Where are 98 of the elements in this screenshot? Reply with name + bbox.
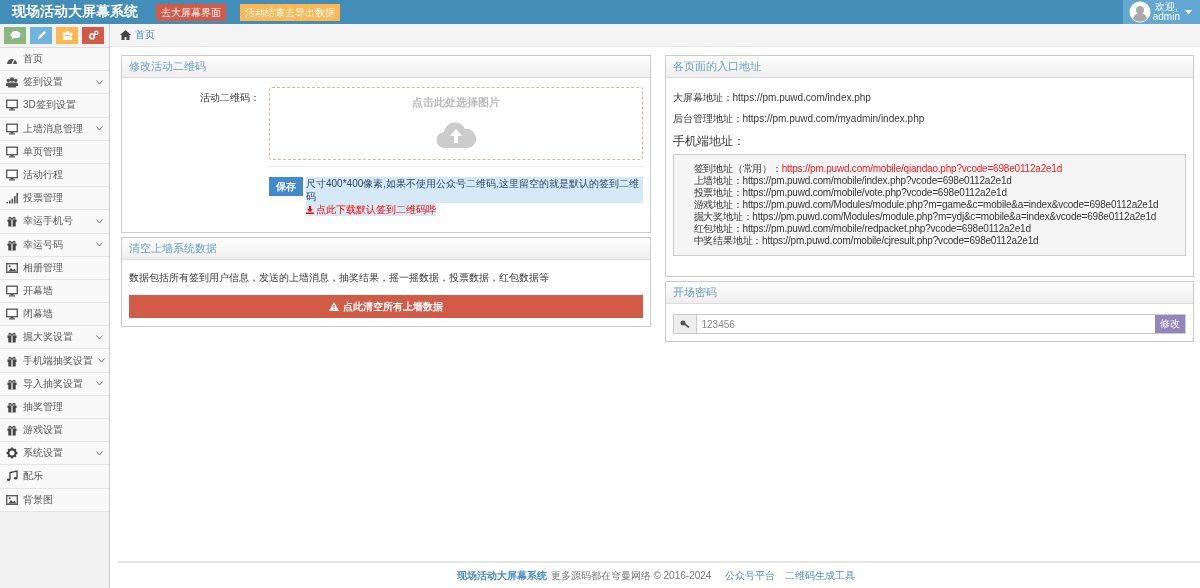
sidebar-item[interactable]: 上墙消息管理 xyxy=(0,117,109,141)
chevron-icon xyxy=(96,450,103,456)
sidebar-item[interactable]: 幸运号码 xyxy=(0,233,109,257)
address-url: https://pm.puwd.com/Modules/module.php?m=game&c=mobile&a=index&vcode=698e0112a2e1d xyxy=(742,199,1159,210)
sidebar-item[interactable]: 幸运手机号 xyxy=(0,210,109,234)
home-icon xyxy=(120,30,131,40)
username: admin xyxy=(1152,12,1180,22)
gift-icon xyxy=(6,354,18,367)
gear-icon xyxy=(6,447,18,460)
sidebar-item[interactable]: 开幕墙 xyxy=(0,279,109,304)
gift-icon xyxy=(6,377,18,390)
description-text: 数据包括所有签到用户信息，发送的上墙消息，抽奖结果，摇一摇数据，投票数据，红包数据等 xyxy=(129,271,550,285)
address-label: 游戏地址： xyxy=(693,199,743,210)
monitor-icon xyxy=(6,145,18,158)
address-text: 后台管理地址：https://pm.puwd.com/myadmin/index.php xyxy=(672,112,926,126)
music-note-icon xyxy=(6,470,18,483)
sidebar-item[interactable]: 单页管理 xyxy=(0,140,109,164)
sidebar-item[interactable]: 3D签到设置 xyxy=(0,94,109,118)
chevron-icon xyxy=(96,242,103,248)
sidebar-item[interactable]: 背景图 xyxy=(0,488,109,512)
panel-title: 清空上墙系统数据 xyxy=(129,241,217,256)
panel-title: 修改活动二维码 xyxy=(129,59,206,74)
address-label: 中奖结果地址： xyxy=(693,235,763,246)
sidebar-item[interactable]: 签到设置 xyxy=(0,71,109,95)
sidebar-item[interactable]: 手机端抽奖设置 xyxy=(0,349,109,373)
gift-icon xyxy=(6,238,18,251)
shortcut-button[interactable] xyxy=(82,27,104,44)
sidebar-item[interactable]: 掘大奖设置 xyxy=(0,326,109,350)
users-icon xyxy=(6,76,18,89)
gears-icon xyxy=(87,30,99,41)
cloud-upload-icon xyxy=(435,119,476,149)
image-icon xyxy=(6,493,18,506)
address-url: https://pm.puwd.com/mobile/redpacket.php?vcode=698e0112a2e1d xyxy=(742,223,1031,234)
sidebar-item[interactable]: 导入抽奖设置 xyxy=(0,372,109,396)
shortcut-button[interactable] xyxy=(30,27,52,44)
shortcut-button[interactable] xyxy=(56,27,78,44)
greeting-text: 欢迎, xyxy=(1155,2,1178,12)
panel-title: 开场密码 xyxy=(672,285,717,300)
address-label: 上墙地址： xyxy=(693,175,743,186)
monitor-icon xyxy=(6,284,18,297)
chevron-icon xyxy=(96,334,103,340)
address-label: 红包地址： xyxy=(693,223,743,234)
footer-brand: 现场活动大屏幕系统 xyxy=(456,568,547,583)
copyright-text: 更多源码都在穹曼网络 © 2016-2024 xyxy=(550,568,712,583)
sidebar-item[interactable]: 首页 xyxy=(0,48,109,72)
address-url: https://pm.puwd.com/mobile/cjresult.php?vcode=698e0112a2e1d xyxy=(762,235,1039,246)
save-button[interactable]: 保存 xyxy=(269,177,303,196)
gift-icon xyxy=(6,400,18,413)
help-text: 尺寸400*400像素,如果不使用公众号二维码,这里留空的就是默认的签到二维码 xyxy=(306,177,643,203)
app-title: 现场活动大屏幕系统 xyxy=(12,3,138,21)
address-url: https://pm.puwd.com/mobile/vote.php?vcode=698e0112a2e1d xyxy=(742,187,1007,198)
sidebar-item[interactable]: 系统设置 xyxy=(0,442,109,466)
sidebar-item[interactable]: 活动行程 xyxy=(0,163,109,188)
image-icon xyxy=(6,261,18,274)
monitor-icon xyxy=(6,99,18,112)
sidebar-item[interactable]: 抽奖管理 xyxy=(0,395,109,419)
chevron-icon xyxy=(96,218,103,224)
users-icon xyxy=(61,30,73,41)
header-button[interactable]: 去大屏幕界面 xyxy=(156,3,226,21)
chevron-icon xyxy=(96,79,103,85)
gift-icon xyxy=(6,215,18,228)
chevron-icon xyxy=(96,381,103,387)
caret-icon xyxy=(1185,9,1192,15)
dropzone-text: 点击此处选择图片 xyxy=(411,95,500,110)
monitor-icon xyxy=(6,122,18,135)
address-url: https://pm.puwd.com/mobile/index.php?vcode=698e0112a2e1d xyxy=(742,175,1012,186)
sidebar-item[interactable]: 游戏设置 xyxy=(0,419,109,443)
panel-title: 各页面的入口地址 xyxy=(672,59,761,74)
monitor-icon xyxy=(6,169,18,182)
footer-link[interactable]: 二维码生成工具 xyxy=(785,568,856,583)
signal-bars-icon xyxy=(6,192,18,205)
chevron-icon xyxy=(98,358,105,364)
sidebar-item[interactable]: 配乐 xyxy=(0,465,109,489)
sidebar-item[interactable]: 投票管理 xyxy=(0,187,109,211)
pencil-icon xyxy=(35,30,47,41)
address-label: 签到地址（常用）： xyxy=(693,163,782,174)
address-label: 掘大奖地址： xyxy=(693,211,753,222)
download-icon xyxy=(306,205,314,214)
comment-icon xyxy=(9,30,21,41)
clear-data-button[interactable]: 点此清空所有上墙数据 xyxy=(129,295,643,318)
password-field[interactable]: 123456 修改 xyxy=(672,314,1186,334)
chevron-icon xyxy=(96,126,103,132)
warning-icon xyxy=(328,302,339,311)
address-label: 投票地址： xyxy=(693,187,743,198)
address-text: 大屏幕地址：https://pm.puwd.com/index.php xyxy=(672,91,872,105)
gift-icon xyxy=(6,331,18,344)
section-heading: 手机端地址： xyxy=(672,133,746,150)
footer-link[interactable]: 公众号平台 xyxy=(725,568,776,583)
avatar-icon xyxy=(1128,1,1151,23)
key-icon xyxy=(679,320,690,328)
sidebar-item[interactable]: 相册管理 xyxy=(0,256,109,280)
shortcut-button[interactable] xyxy=(4,27,26,44)
field-label: 活动二维码： xyxy=(199,91,260,105)
sidebar-item[interactable]: 闭幕墙 xyxy=(0,303,109,327)
gift-icon xyxy=(6,424,18,437)
monitor-icon xyxy=(6,308,18,321)
address-url: https://pm.puwd.com/mobile/qiandao.php?vcode=698e0112a2e1d xyxy=(781,163,1063,174)
address-url: https://pm.puwd.com/Modules/module.php?m=ydj&c=mobile&a=index&vcode=698e0112a2e1d xyxy=(752,211,1157,222)
